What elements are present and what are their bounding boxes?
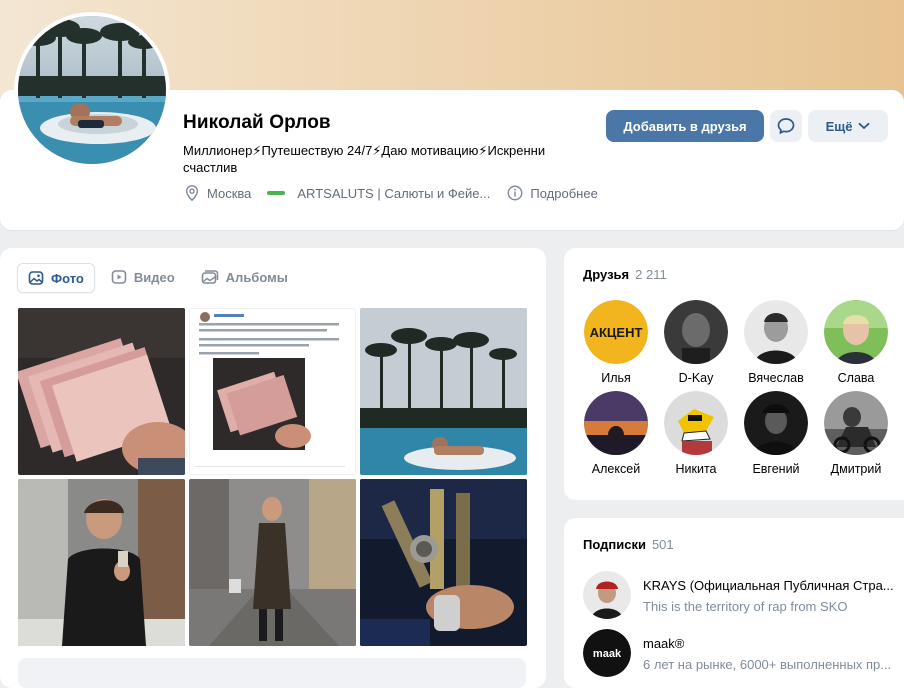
more-info-item[interactable]: Подробнее: [506, 184, 598, 202]
tab-albums[interactable]: Альбомы: [191, 263, 298, 291]
friend-name: Слава: [837, 371, 875, 385]
friend-item[interactable]: Никита: [656, 391, 736, 476]
subscriptions-header[interactable]: Подписки 501: [583, 537, 674, 552]
friends-count: 2 211: [635, 267, 667, 282]
message-icon: [777, 118, 795, 134]
profile-status: Миллионер⚡Путешествую 24/7⚡Даю мотивацию…: [183, 143, 546, 175]
photo-thumbnail[interactable]: [189, 308, 356, 475]
friend-name: Алексей: [591, 462, 641, 476]
company-logo-icon: [267, 191, 286, 195]
subscription-title: KRAYS (Официальная Публичная Стра...: [643, 578, 894, 593]
friends-header[interactable]: Друзья 2 211: [583, 267, 667, 282]
profile-name: Николай Орлов: [183, 112, 331, 133]
info-icon: [507, 185, 523, 201]
friend-item[interactable]: АКЦЕНТ Илья: [576, 300, 656, 385]
show-all-photos-button[interactable]: [18, 658, 526, 688]
subscriptions-count: 501: [651, 537, 674, 552]
friends-card: Друзья 2 211 АКЦЕНТ Илья D-Kay Вячеслав …: [564, 248, 904, 500]
tab-videos[interactable]: Видео: [101, 263, 185, 291]
friend-item[interactable]: D-Kay: [656, 300, 736, 385]
photo-grid: [18, 308, 527, 646]
friend-avatar: [824, 391, 888, 455]
location-pin-icon: [185, 185, 199, 202]
friend-item[interactable]: Слава: [816, 300, 896, 385]
photo-thumbnail[interactable]: [189, 479, 356, 646]
friend-avatar: [664, 300, 728, 364]
friend-name: Дмитрий: [830, 462, 882, 476]
tab-photos[interactable]: Фото: [17, 263, 95, 293]
photos-card: Фото Видео Альбомы: [0, 248, 546, 688]
work-item[interactable]: ARTSALUTS | Салюты и Фейе...: [267, 186, 490, 201]
friend-name: Илья: [601, 371, 631, 385]
friend-avatar: [664, 391, 728, 455]
maak-logo-text: maak: [593, 648, 622, 660]
chevron-down-icon: [859, 122, 870, 129]
friend-name: Никита: [675, 462, 717, 476]
video-icon: [111, 270, 127, 284]
more-button-label: Ещё: [825, 118, 853, 134]
message-button[interactable]: [770, 110, 802, 142]
subscription-description: 6 лет на рынке, 6000+ выполненных пр...: [643, 657, 892, 672]
subscriptions-title: Подписки: [583, 537, 646, 552]
friend-name: Вячеслав: [748, 371, 804, 385]
friends-grid: АКЦЕНТ Илья D-Kay Вячеслав Слава Алексей…: [576, 300, 896, 476]
subscription-item[interactable]: maak maak® 6 лет на рынке, 6000+ выполне…: [583, 629, 904, 677]
add-friend-button[interactable]: Добавить в друзья: [606, 110, 764, 142]
photo-icon: [28, 271, 44, 285]
photo-thumbnail[interactable]: [18, 308, 185, 475]
subscription-description: This is the territory of rap from SKO: [643, 599, 848, 614]
more-info-label: Подробнее: [530, 185, 598, 201]
work-label: ARTSALUTS | Салюты и Фейе...: [297, 185, 491, 201]
photo-thumbnail[interactable]: [360, 308, 527, 475]
profile-avatar[interactable]: [14, 12, 170, 168]
albums-icon: [201, 270, 218, 284]
more-button[interactable]: Ещё: [808, 110, 888, 142]
friend-avatar: АКЦЕНТ: [584, 300, 648, 364]
friend-item[interactable]: Дмитрий: [816, 391, 896, 476]
friend-item[interactable]: Вячеслав: [736, 300, 816, 385]
tab-albums-label: Альбомы: [225, 269, 288, 285]
friends-title: Друзья: [583, 267, 630, 282]
tab-videos-label: Видео: [133, 269, 175, 285]
subscription-avatar: [583, 571, 631, 619]
work-logo: [267, 188, 291, 198]
subscription-item[interactable]: KRAYS (Официальная Публичная Стра... Thi…: [583, 571, 904, 619]
photo-thumbnail[interactable]: [360, 479, 527, 646]
profile-info-row: Москва ARTSALUTS | Салюты и Фейе... Подр…: [183, 184, 614, 202]
svg-text:АКЦЕНТ: АКЦЕНТ: [590, 325, 643, 340]
friend-avatar: [744, 391, 808, 455]
subscription-avatar: maak: [583, 629, 631, 677]
friend-name: Евгений: [752, 462, 800, 476]
friend-item[interactable]: Алексей: [576, 391, 656, 476]
friend-item[interactable]: Евгений: [736, 391, 816, 476]
tab-photos-label: Фото: [51, 270, 84, 286]
subscriptions-card: Подписки 501 KRAYS (Официальная Публичная…: [564, 518, 904, 688]
city-label: Москва: [207, 185, 252, 201]
photo-thumbnail[interactable]: [18, 479, 185, 646]
friend-avatar: [824, 300, 888, 364]
city-item[interactable]: Москва: [183, 184, 251, 202]
subscription-title: maak®: [643, 636, 685, 651]
media-tabs: Фото Видео Альбомы: [17, 263, 298, 293]
friend-name: D-Kay: [678, 371, 714, 385]
friend-avatar: [584, 391, 648, 455]
friend-avatar: [744, 300, 808, 364]
